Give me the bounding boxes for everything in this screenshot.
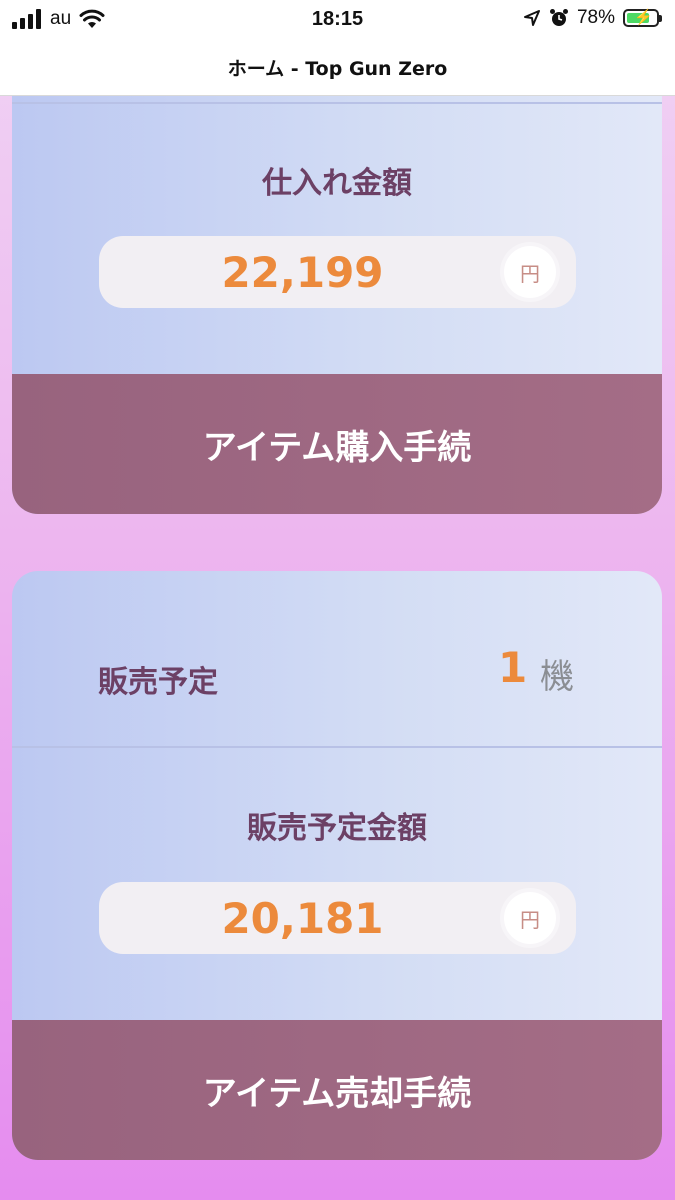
battery-percent: 78%: [576, 7, 615, 28]
page-title: ホーム - Top Gun Zero: [227, 58, 448, 80]
battery-icon: ⚡: [623, 9, 662, 27]
charging-bolt-icon: ⚡: [634, 9, 653, 26]
purchase-amount-title: 仕入れ金額: [262, 166, 412, 201]
yen-badge: 円: [504, 246, 556, 298]
planned-sale-count: 1: [498, 643, 528, 692]
planned-sale-label: 販売予定: [98, 665, 218, 700]
purchase-amount-value: 22,199: [221, 248, 384, 297]
nav-bar: ホーム - Top Gun Zero: [0, 40, 675, 96]
row-divider: [12, 746, 662, 748]
location-icon: [523, 10, 540, 26]
alarm-icon: [549, 9, 568, 26]
sale-amount-field: 20,181 円: [99, 882, 576, 954]
purchase-button[interactable]: アイテム購入手続: [12, 374, 662, 514]
sale-amount-value: 20,181: [221, 894, 384, 943]
sale-amount-title: 販売予定金額: [247, 811, 427, 846]
purchase-card: 仕入れ金額 22,199 円 アイテム購入手続: [12, 96, 662, 514]
sale-card: 販売予定 1 機 販売予定金額 20,181 円 アイテム売却手続: [12, 571, 662, 1160]
sale-button[interactable]: アイテム売却手続: [12, 1020, 662, 1160]
card-top-divider: [12, 102, 662, 104]
planned-sale-unit: 機: [540, 657, 574, 697]
purchase-amount-field: 22,199 円: [99, 236, 576, 308]
status-right: 78% ⚡: [523, 7, 662, 29]
yen-badge: 円: [504, 892, 556, 944]
status-bar: au 18:15 78% ⚡: [0, 0, 675, 40]
